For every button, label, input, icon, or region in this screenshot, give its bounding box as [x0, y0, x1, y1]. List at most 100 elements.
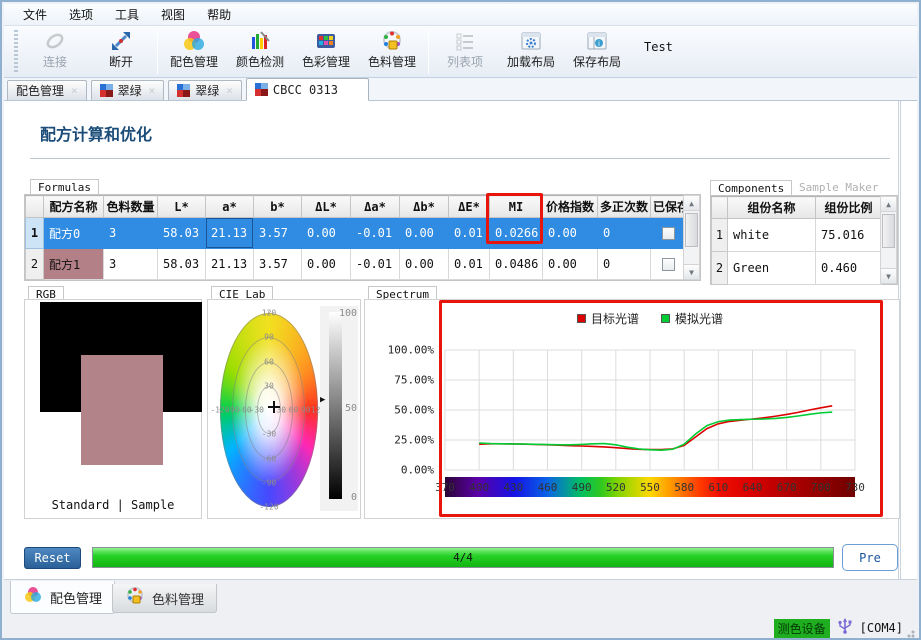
main-content: 配方计算和优化 Formulas 配方名称 色料数量 L* a* b* ΔL* [4, 101, 917, 579]
page-title: 配方计算和优化 [40, 121, 152, 145]
col-header[interactable]: 组份名称 [728, 197, 816, 219]
col-header[interactable]: Δb* [400, 196, 449, 218]
series-模拟光谱 [479, 412, 832, 450]
list-items-icon [452, 28, 478, 54]
bottom-tab-color-matching[interactable]: 配色管理 [10, 581, 115, 614]
scroll-thumb[interactable] [882, 214, 895, 248]
load-layout-icon [518, 28, 544, 54]
scrollbar-vertical[interactable]: ▲ ▼ [683, 195, 700, 280]
formula-row-1[interactable]: 2 配方1 3 58.03 21.13 3.57 0.00 -0.01 0.00… [26, 249, 686, 280]
col-header[interactable]: Δa* [351, 196, 400, 218]
load-layout-button[interactable]: 加载布局 [498, 28, 564, 76]
col-header[interactable]: 多正次数 [598, 196, 651, 218]
connect-button[interactable]: 连接 [22, 28, 88, 76]
tab-color-matching[interactable]: 配色管理 × [7, 80, 87, 100]
scroll-down-icon[interactable]: ▼ [881, 268, 896, 283]
close-icon[interactable]: × [71, 86, 78, 96]
formula-row-0[interactable]: 1 配方0 3 58.03 21.13 3.57 0.00 -0.01 0.00… [26, 218, 686, 249]
lab-a-tick: -30 [250, 406, 264, 415]
title-divider [30, 158, 890, 159]
x-tick-label: 370 [435, 481, 455, 494]
tab-emerald-2[interactable]: 翠绿 × [168, 80, 242, 100]
components-tab[interactable]: Components [710, 180, 792, 195]
color-manage-icon [313, 28, 339, 54]
rgb-caption: Standard | Sample [25, 498, 201, 512]
color-matching-icon [181, 28, 207, 54]
formulas-table: 配方名称 色料数量 L* a* b* ΔL* Δa* Δb* ΔE* MI 价格… [24, 194, 701, 281]
menu-file[interactable]: 文件 [12, 4, 58, 25]
com-port-label: [COM4] [860, 621, 903, 635]
bottom-tab-pigment-manage[interactable]: 色料管理 [112, 584, 217, 613]
close-icon[interactable]: × [226, 86, 233, 96]
sample-maker-tab[interactable]: Sample Maker [792, 180, 885, 195]
toolbar: 连接 断开 配色管理 [4, 26, 917, 78]
scrollbar-vertical[interactable]: ▲ ▼ [880, 196, 897, 284]
scroll-thumb[interactable] [685, 213, 698, 247]
col-header[interactable]: 配方名称 [44, 196, 104, 218]
x-tick-label: 490 [572, 481, 592, 494]
col-header[interactable]: L* [158, 196, 206, 218]
saved-checkbox[interactable] [662, 258, 675, 271]
menu-view[interactable]: 视图 [150, 4, 196, 25]
list-items-button[interactable]: 列表项 [432, 28, 498, 76]
toolbar-grip[interactable] [14, 30, 18, 74]
color-detect-button[interactable]: 颜色检测 [227, 28, 293, 76]
sample-color-swatch [81, 355, 163, 465]
mi-cell: 0.0266 [490, 218, 543, 249]
lightness-marker-icon[interactable]: ▶ [320, 395, 325, 405]
col-header[interactable]: a* [206, 196, 254, 218]
col-header[interactable]: 组份比例 [816, 197, 882, 219]
rgb-panel: RGB Standard | Sample [24, 286, 202, 519]
status-bar: 测色设备 [COM4] [774, 618, 903, 638]
col-header[interactable]: ΔE* [449, 196, 490, 218]
x-tick-label: 670 [777, 481, 797, 494]
disconnect-button[interactable]: 断开 [88, 28, 154, 76]
lab-b-tick: -60 [262, 454, 276, 463]
resize-grip[interactable] [903, 626, 915, 638]
pre-button[interactable]: Pre [842, 544, 898, 571]
component-row-0[interactable]: 1 white 75.016 [712, 219, 882, 252]
app-window: 文件 选项 工具 视图 帮助 连接 断开 [0, 0, 921, 640]
col-header[interactable]: 价格指数 [543, 196, 598, 218]
formulas-group-label: Formulas [30, 179, 99, 194]
x-tick-label: 400 [469, 481, 489, 494]
col-header[interactable]: 已保存 [651, 196, 686, 218]
menu-tools[interactable]: 工具 [104, 4, 150, 25]
document-tab-bar: 配色管理 × 翠绿 × 翠绿 × CBCC 0313 [4, 78, 917, 101]
col-header[interactable]: 色料数量 [104, 196, 158, 218]
lab-b-tick: -120 [259, 503, 278, 512]
puzzle-icon [100, 84, 113, 97]
col-header-mi[interactable]: MI [490, 196, 543, 218]
reset-button[interactable]: Reset [24, 547, 81, 569]
puzzle-icon [255, 83, 268, 96]
components-table: 组份名称 组份比例 1 white 75.016 2 Green 0.460 ▲… [710, 195, 898, 285]
color-matching-button[interactable]: 配色管理 [161, 28, 227, 76]
menu-help[interactable]: 帮助 [196, 4, 242, 25]
component-row-1[interactable]: 2 Green 0.460 [712, 252, 882, 285]
x-tick-label: 610 [708, 481, 728, 494]
pigment-manage-button[interactable]: 色料管理 [359, 28, 425, 76]
puzzle-icon [177, 84, 190, 97]
lab-a-tick: 60 [289, 406, 299, 415]
cielab-panel: CIE Lab 120906030-30-60-90-120 -120-90-6… [207, 286, 361, 519]
saved-checkbox[interactable] [662, 227, 675, 240]
corner-header [712, 197, 728, 219]
tab-cbcc-0313[interactable]: CBCC 0313 [246, 78, 369, 101]
menu-options[interactable]: 选项 [58, 4, 104, 25]
close-icon[interactable]: × [149, 86, 156, 96]
scroll-up-icon[interactable]: ▲ [881, 197, 896, 212]
save-layout-button[interactable]: i 保存布局 [564, 28, 630, 76]
tab-emerald-1[interactable]: 翠绿 × [91, 80, 165, 100]
lightness-gradient-bar [329, 312, 342, 499]
scroll-up-icon[interactable]: ▲ [684, 196, 699, 211]
col-header[interactable]: b* [254, 196, 302, 218]
device-status-badge: 测色设备 [774, 619, 830, 638]
lab-sample-marker [268, 406, 280, 408]
pigment-manage-icon [379, 28, 405, 54]
color-manage-button[interactable]: 色彩管理 [293, 28, 359, 76]
scroll-down-icon[interactable]: ▼ [684, 264, 699, 279]
usb-icon [838, 618, 852, 638]
series-目标光谱 [479, 406, 832, 450]
test-label: Test [644, 40, 673, 54]
col-header[interactable]: ΔL* [302, 196, 351, 218]
